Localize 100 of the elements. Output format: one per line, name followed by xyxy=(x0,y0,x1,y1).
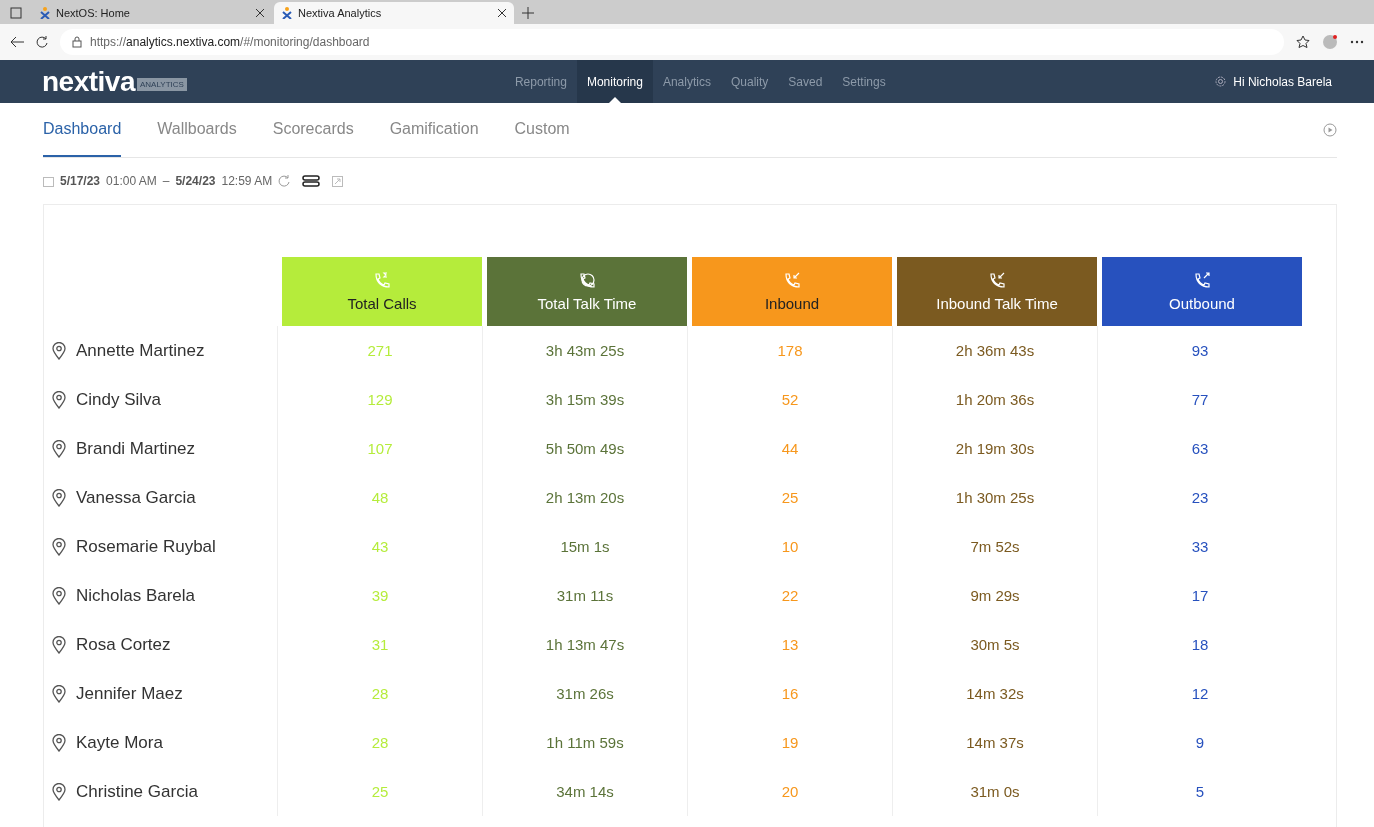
location-pin-icon xyxy=(52,684,66,703)
table-cell: 14m 37s xyxy=(892,718,1097,767)
table-cell: 1h 11m 59s xyxy=(482,718,687,767)
favorites-icon[interactable] xyxy=(1296,35,1310,49)
tab-actions-icon[interactable] xyxy=(10,7,22,19)
nextiva-logo: nextiva xyxy=(42,65,135,98)
dashboard-tab[interactable]: Wallboards xyxy=(157,103,237,157)
browser-tab[interactable]: NextOS: Home xyxy=(32,2,272,24)
table-cell: 10 xyxy=(687,522,892,571)
table-cell: 48 xyxy=(277,473,482,522)
table-cell: 1h 20m 36s xyxy=(892,375,1097,424)
phone-icon xyxy=(577,271,597,291)
url-text: https://analytics.nextiva.com/#/monitoring/dashboard xyxy=(90,35,370,49)
location-pin-icon xyxy=(52,341,66,360)
location-pin-icon xyxy=(52,635,66,654)
dashboard-tab[interactable]: Dashboard xyxy=(43,103,122,157)
table-cell: 43 xyxy=(277,522,482,571)
lock-icon xyxy=(72,36,82,48)
table-cell: 178 xyxy=(687,326,892,375)
close-icon[interactable] xyxy=(256,9,264,17)
location-pin-icon xyxy=(52,733,66,752)
close-icon[interactable] xyxy=(498,9,506,17)
location-pin-icon xyxy=(52,439,66,458)
nav-tab[interactable]: Quality xyxy=(720,60,779,103)
table-cell: 63 xyxy=(1097,424,1302,473)
table-cell: 17 xyxy=(1097,571,1302,620)
dashboard-tab[interactable]: Custom xyxy=(514,103,570,157)
column-header: Inbound xyxy=(692,257,892,326)
agent-name: Rosemarie Ruybal xyxy=(76,536,216,557)
table-cell: 25 xyxy=(277,767,482,816)
phone-icon xyxy=(1192,271,1212,291)
back-icon[interactable] xyxy=(10,36,24,48)
browser-tab[interactable]: Nextiva Analytics xyxy=(274,2,514,24)
table-cell: 25 xyxy=(687,473,892,522)
table-cell: 1h 30m 25s xyxy=(892,473,1097,522)
table-cell: 271 xyxy=(277,326,482,375)
table-cell: 2h 13m 20s xyxy=(482,473,687,522)
table-cell: 5h 50m 49s xyxy=(482,424,687,473)
table-cell: 7m 52s xyxy=(892,522,1097,571)
table-cell: 9 xyxy=(1097,718,1302,767)
table-cell: 129 xyxy=(277,375,482,424)
profile-icon[interactable] xyxy=(1322,34,1338,50)
refresh-icon[interactable] xyxy=(36,36,48,48)
phone-icon xyxy=(372,271,392,291)
tab-title: Nextiva Analytics xyxy=(298,7,383,19)
settings-icon[interactable] xyxy=(1214,75,1228,88)
table-cell: 5 xyxy=(1097,767,1302,816)
table-cell: 3h 15m 39s xyxy=(482,375,687,424)
table-cell: 33 xyxy=(1097,522,1302,571)
column-header: Total Calls xyxy=(282,257,482,326)
table-cell: 2h 36m 43s xyxy=(892,326,1097,375)
nav-tab[interactable]: Monitoring xyxy=(576,60,653,103)
table-cell: 22 xyxy=(687,571,892,620)
nav-tab[interactable]: Saved xyxy=(778,60,833,103)
agent-name: Brandi Martinez xyxy=(76,438,196,459)
table-cell: 16 xyxy=(687,669,892,718)
analytics-badge: ANALYTICS xyxy=(137,78,187,91)
location-pin-icon xyxy=(52,537,66,556)
toggle-icon[interactable] xyxy=(302,175,321,187)
table-cell: 44 xyxy=(687,424,892,473)
nav-tab[interactable]: Reporting xyxy=(504,60,577,103)
table-cell: 23 xyxy=(1097,473,1302,522)
column-header: Outbound xyxy=(1102,257,1302,326)
table-cell: 9m 29s xyxy=(892,571,1097,620)
logo-icon xyxy=(40,7,50,19)
table-cell: 34m 14s xyxy=(482,767,687,816)
table-cell: 28 xyxy=(277,669,482,718)
table-cell: 31m 0s xyxy=(892,767,1097,816)
dashboard-tab[interactable]: Gamification xyxy=(389,103,479,157)
table-cell: 20 xyxy=(687,767,892,816)
end-time: 12:59 AM xyxy=(221,174,273,188)
table-cell: 18 xyxy=(1097,620,1302,669)
table-cell: 14m 32s xyxy=(892,669,1097,718)
new-tab-icon[interactable] xyxy=(522,7,534,19)
table-cell: 31m 11s xyxy=(482,571,687,620)
table-cell: 31 xyxy=(277,620,482,669)
table-cell: 107 xyxy=(277,424,482,473)
nav-tab[interactable]: Settings xyxy=(832,60,896,103)
agent-name: Kayte Mora xyxy=(76,732,163,753)
agent-name: Jennifer Maez xyxy=(76,683,183,704)
nav-tab[interactable]: Analytics xyxy=(652,60,721,103)
agent-name: Christine Garcia xyxy=(76,781,198,802)
address-bar[interactable]: https://analytics.nextiva.com/#/monitoring/dashboard xyxy=(60,29,1284,55)
dashboard-tab[interactable]: Scorecards xyxy=(272,103,354,157)
table-cell: 1h 13m 47s xyxy=(482,620,687,669)
date-separator: – xyxy=(162,174,170,188)
end-date: 5/24/23 xyxy=(175,174,216,188)
column-header: Total Talk Time xyxy=(487,257,687,326)
start-date: 5/17/23 xyxy=(60,174,101,188)
phone-icon xyxy=(782,271,802,291)
table-cell: 19 xyxy=(687,718,892,767)
more-icon[interactable] xyxy=(1350,40,1364,44)
user-greeting[interactable]: Hi Nicholas Barela xyxy=(1233,74,1332,89)
table-cell: 77 xyxy=(1097,375,1302,424)
play-icon[interactable] xyxy=(1323,123,1337,137)
table-cell: 93 xyxy=(1097,326,1302,375)
table-cell: 15m 1s xyxy=(482,522,687,571)
location-pin-icon xyxy=(52,488,66,507)
table-cell: 3h 43m 25s xyxy=(482,326,687,375)
table-cell: 28 xyxy=(277,718,482,767)
